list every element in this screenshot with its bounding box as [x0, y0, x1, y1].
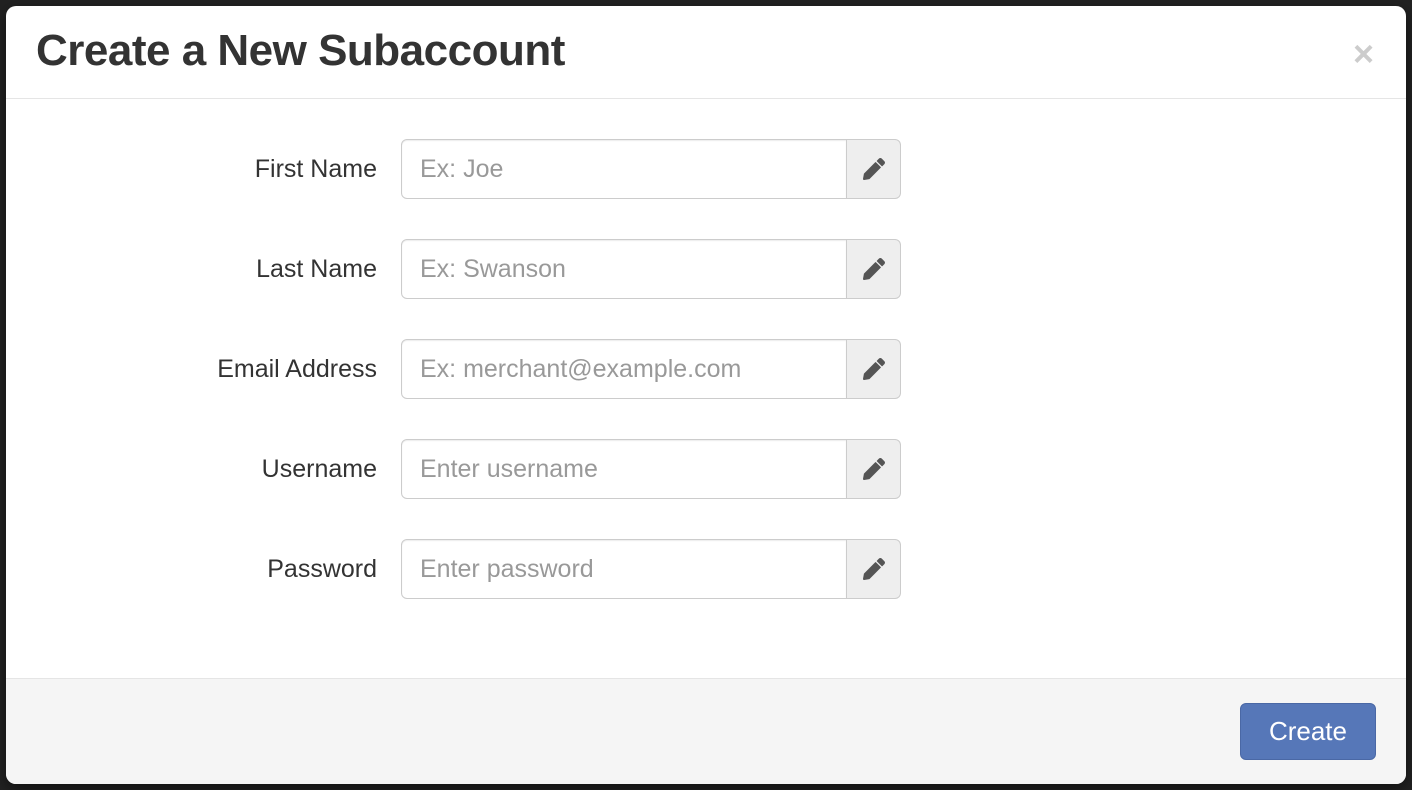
password-input[interactable]: [401, 539, 847, 599]
modal-footer: Create: [6, 678, 1406, 784]
password-input-group: [401, 539, 901, 599]
password-edit-button[interactable]: [847, 539, 901, 599]
first-name-label: First Name: [36, 155, 401, 184]
modal-body: First Name Last Name Email Address: [6, 99, 1406, 678]
pencil-icon: [863, 158, 885, 180]
username-edit-button[interactable]: [847, 439, 901, 499]
email-address-label: Email Address: [36, 355, 401, 384]
username-group: Username: [36, 439, 1376, 499]
close-icon: ×: [1353, 33, 1374, 74]
last-name-group: Last Name: [36, 239, 1376, 299]
pencil-icon: [863, 558, 885, 580]
close-button[interactable]: ×: [1353, 36, 1374, 72]
pencil-icon: [863, 258, 885, 280]
first-name-group: First Name: [36, 139, 1376, 199]
username-input-group: [401, 439, 901, 499]
email-address-input[interactable]: [401, 339, 847, 399]
modal-title: Create a New Subaccount: [36, 26, 565, 76]
first-name-edit-button[interactable]: [847, 139, 901, 199]
last-name-label: Last Name: [36, 255, 401, 284]
email-address-edit-button[interactable]: [847, 339, 901, 399]
first-name-input[interactable]: [401, 139, 847, 199]
pencil-icon: [863, 458, 885, 480]
modal-header: Create a New Subaccount ×: [6, 6, 1406, 99]
last-name-input[interactable]: [401, 239, 847, 299]
create-button[interactable]: Create: [1240, 703, 1376, 760]
pencil-icon: [863, 358, 885, 380]
first-name-input-group: [401, 139, 901, 199]
last-name-edit-button[interactable]: [847, 239, 901, 299]
email-address-input-group: [401, 339, 901, 399]
last-name-input-group: [401, 239, 901, 299]
password-group: Password: [36, 539, 1376, 599]
username-input[interactable]: [401, 439, 847, 499]
password-label: Password: [36, 555, 401, 584]
username-label: Username: [36, 455, 401, 484]
email-address-group: Email Address: [36, 339, 1376, 399]
create-subaccount-modal: Create a New Subaccount × First Name Las…: [6, 6, 1406, 784]
